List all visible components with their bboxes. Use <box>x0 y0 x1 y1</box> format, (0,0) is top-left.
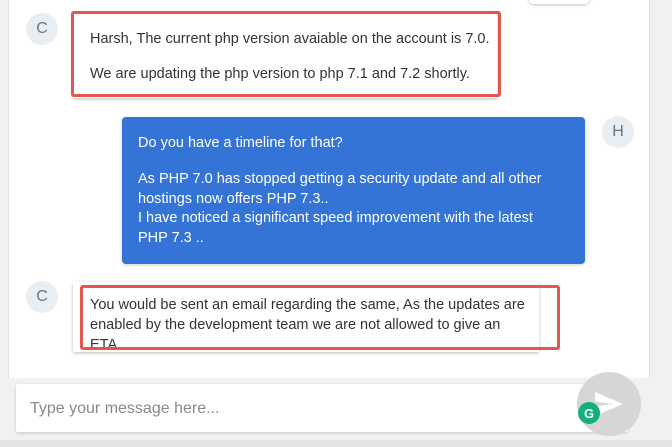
user-avatar: H <box>602 116 634 148</box>
previous-message-edge <box>529 0 589 4</box>
message-text: I have noticed a significant speed impro… <box>138 210 533 246</box>
message-text: We are updating the php version to php 7… <box>90 66 470 82</box>
bottom-border <box>0 440 672 447</box>
agent-message-bubble: Harsh, The current php version avaiable … <box>73 14 497 98</box>
agent-message-bubble: You would be sent an email regarding the… <box>73 282 539 353</box>
grammarly-icon[interactable]: G <box>578 402 600 424</box>
message-input[interactable] <box>28 384 572 434</box>
agent-avatar: C <box>26 13 58 45</box>
user-message-bubble: Do you have a timeline for that? As PHP … <box>122 117 585 264</box>
agent-avatar: C <box>26 281 58 313</box>
message-text: You would be sent an email regarding the… <box>90 297 525 353</box>
chat-thread: C Harsh, The current php version avaiabl… <box>8 0 650 378</box>
message-text: Do you have a timeline for that? <box>138 135 343 151</box>
message-composer <box>16 384 628 434</box>
message-text: As PHP 7.0 has stopped getting a securit… <box>138 171 542 207</box>
message-text: Harsh, The current php version avaiable … <box>90 31 490 47</box>
